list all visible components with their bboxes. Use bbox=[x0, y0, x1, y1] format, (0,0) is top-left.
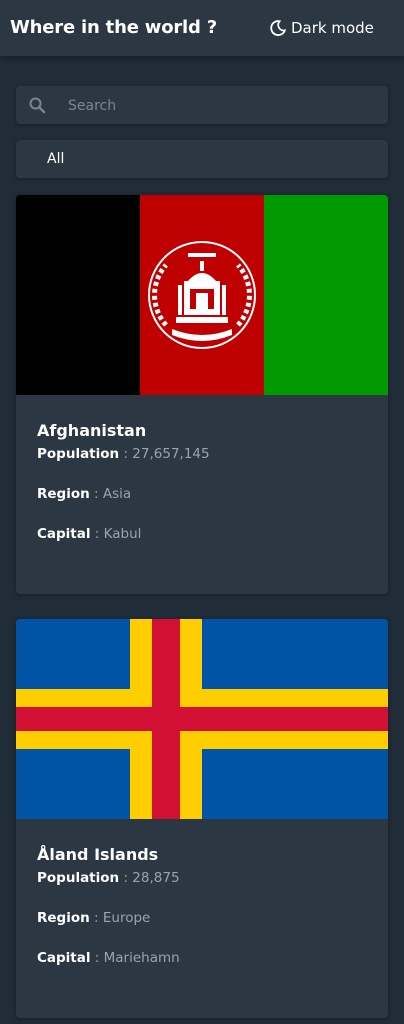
capital-label: Capital bbox=[37, 950, 91, 966]
search-icon bbox=[29, 97, 46, 114]
moon-icon bbox=[270, 20, 286, 36]
separator: : bbox=[119, 446, 133, 462]
population-row: Population : 28,875 bbox=[37, 870, 180, 886]
country-card-aland-islands[interactable]: Åland Islands Population : 28,875 Region… bbox=[16, 619, 388, 1018]
separator: : bbox=[89, 486, 103, 502]
app-title: Where in the world ? bbox=[10, 17, 218, 38]
aland-islands-flag bbox=[16, 619, 388, 819]
app-header: Where in the world ? Dark mode bbox=[0, 0, 404, 56]
population-label: Population bbox=[37, 870, 120, 886]
region-row: Region : Europe bbox=[37, 910, 150, 926]
dark-mode-toggle[interactable]: Dark mode bbox=[270, 18, 374, 38]
population-row: Population : 27,657,145 bbox=[37, 446, 210, 462]
population-value: 27,657,145 bbox=[132, 446, 210, 462]
dark-mode-label: Dark mode bbox=[291, 19, 374, 37]
country-card-afghanistan[interactable]: Afghanistan Population : 27,657,145 Regi… bbox=[16, 195, 388, 594]
capital-row: Capital : Mariehamn bbox=[37, 950, 180, 966]
capital-value: Mariehamn bbox=[103, 950, 180, 966]
separator: : bbox=[89, 910, 103, 926]
separator: : bbox=[90, 526, 104, 542]
country-name: Afghanistan bbox=[37, 421, 147, 440]
population-value: 28,875 bbox=[132, 870, 180, 886]
region-filter-select[interactable]: All bbox=[16, 140, 388, 178]
separator: : bbox=[119, 870, 133, 886]
region-label: Region bbox=[37, 486, 90, 502]
search-box[interactable] bbox=[16, 86, 388, 126]
separator: : bbox=[90, 950, 104, 966]
capital-row: Capital : Kabul bbox=[37, 526, 141, 542]
afghanistan-flag bbox=[16, 195, 388, 395]
capital-label: Capital bbox=[37, 526, 91, 542]
region-label: Region bbox=[37, 910, 90, 926]
region-filter-value: All bbox=[47, 151, 65, 167]
search-input[interactable] bbox=[66, 86, 380, 126]
region-value: Asia bbox=[102, 486, 132, 502]
capital-value: Kabul bbox=[103, 526, 142, 542]
region-value: Europe bbox=[102, 910, 151, 926]
population-label: Population bbox=[37, 446, 120, 462]
region-row: Region : Asia bbox=[37, 486, 131, 502]
country-name: Åland Islands bbox=[37, 845, 159, 864]
